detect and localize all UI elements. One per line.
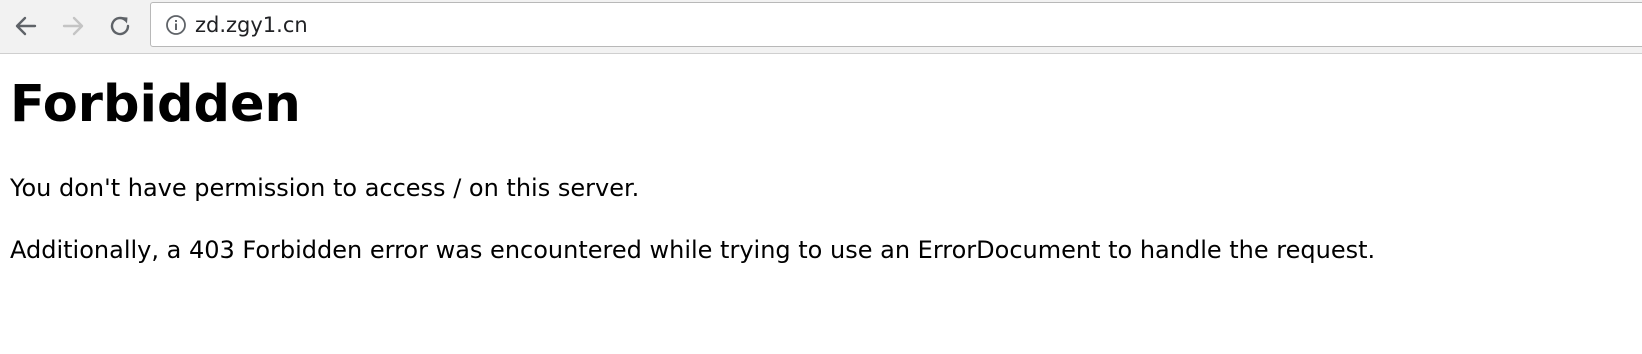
back-button[interactable] xyxy=(7,7,45,45)
page-content: Forbidden You don't have permission to a… xyxy=(10,55,1632,265)
url-text[interactable]: zd.zgy1.cn xyxy=(195,12,308,38)
permission-message: You don't have permission to access / on… xyxy=(10,174,640,202)
page-title: Forbidden xyxy=(10,75,301,134)
reload-button[interactable] xyxy=(101,7,139,45)
error-document-message: Additionally, a 403 Forbidden error was … xyxy=(10,236,1376,264)
arrow-right-icon xyxy=(62,16,84,36)
info-icon[interactable] xyxy=(165,14,187,36)
forward-button[interactable] xyxy=(54,7,92,45)
reload-icon xyxy=(110,16,130,36)
address-bar[interactable]: zd.zgy1.cn xyxy=(150,2,1642,47)
browser-toolbar: zd.zgy1.cn xyxy=(0,0,1642,54)
arrow-left-icon xyxy=(15,16,37,36)
